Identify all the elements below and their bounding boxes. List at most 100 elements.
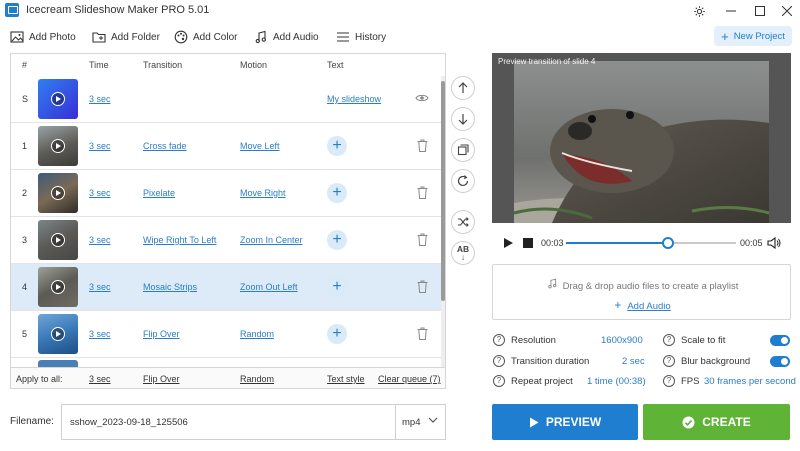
play-icon[interactable]: [51, 92, 65, 106]
chevron-down-icon[interactable]: [428, 415, 438, 428]
add-audio-link[interactable]: + Add Audio: [493, 298, 792, 312]
stop-icon[interactable]: [523, 238, 533, 248]
add-photo-button[interactable]: Add Photo: [10, 28, 76, 46]
play-icon[interactable]: [51, 327, 65, 341]
queue-row-3[interactable]: 3 3 sec Wipe Right To Left Zoom In Cente…: [11, 217, 441, 264]
slide-thumbnail[interactable]: [38, 314, 78, 354]
row-text-link[interactable]: My slideshow: [327, 94, 381, 104]
add-folder-button[interactable]: Add Folder: [92, 28, 160, 46]
fps-value[interactable]: 30 frames per second: [704, 376, 796, 387]
add-text-button[interactable]: +: [327, 277, 347, 297]
queue-row-1[interactable]: 1 3 sec Cross fade Move Left +: [11, 123, 441, 170]
help-icon[interactable]: ?: [493, 375, 505, 387]
slide-thumbnail[interactable]: [38, 173, 78, 213]
move-up-button[interactable]: [451, 76, 475, 100]
queue-row-title[interactable]: S 3 sec My slideshow: [11, 76, 441, 123]
rotate-button[interactable]: [451, 169, 475, 193]
audio-drop-zone[interactable]: Drag & drop audio files to create a play…: [492, 264, 791, 320]
row-transition-link[interactable]: Mosaic Strips: [143, 282, 197, 292]
add-text-button[interactable]: +: [327, 324, 347, 344]
text-ab-button[interactable]: AB ↓: [451, 241, 475, 265]
minimize-icon[interactable]: [716, 0, 746, 22]
slide-thumbnail[interactable]: [38, 267, 78, 307]
help-icon[interactable]: ?: [493, 355, 505, 367]
add-text-button[interactable]: +: [327, 230, 347, 250]
add-color-button[interactable]: Add Color: [174, 28, 237, 46]
volume-icon[interactable]: [767, 237, 781, 249]
crop-button[interactable]: [451, 138, 475, 162]
trash-icon[interactable]: [417, 186, 428, 199]
help-icon[interactable]: ?: [663, 334, 675, 346]
row-transition-link[interactable]: Flip Over: [143, 329, 180, 339]
slide-thumbnail[interactable]: [38, 79, 78, 119]
text-style-link[interactable]: Text style: [327, 374, 365, 384]
apply-transition-link[interactable]: Flip Over: [143, 374, 180, 384]
queue-row-2[interactable]: 2 3 sec Pixelate Move Right +: [11, 170, 441, 217]
plus-icon: +: [614, 298, 622, 312]
row-motion-link[interactable]: Zoom Out Left: [240, 282, 298, 292]
apply-motion-link[interactable]: Random: [240, 374, 274, 384]
resolution-value[interactable]: 1600x900: [601, 335, 643, 346]
add-color-label: Add Color: [193, 31, 238, 43]
create-button[interactable]: CREATE: [643, 404, 790, 440]
row-motion-link[interactable]: Random: [240, 329, 274, 339]
row-time-link[interactable]: 3 sec: [89, 235, 111, 245]
seek-bar[interactable]: [566, 237, 736, 249]
row-time-link[interactable]: 3 sec: [89, 188, 111, 198]
apply-time-link[interactable]: 3 sec: [89, 374, 111, 384]
settings-gear-icon[interactable]: [684, 0, 714, 22]
rotate-icon: [457, 175, 469, 187]
slide-thumbnail[interactable]: [38, 220, 78, 260]
queue-scrollbar[interactable]: [441, 76, 445, 376]
eye-icon[interactable]: [415, 93, 429, 103]
row-motion-link[interactable]: Zoom In Center: [240, 235, 303, 245]
close-icon[interactable]: [772, 0, 800, 22]
row-time-link[interactable]: 3 sec: [89, 94, 111, 104]
row-motion-link[interactable]: Move Left: [240, 141, 280, 151]
trash-icon[interactable]: [417, 327, 428, 340]
queue-row-4[interactable]: 4 3 sec Mosaic Strips Zoom Out Left +: [11, 264, 441, 311]
play-icon[interactable]: [51, 280, 65, 294]
row-transition-link[interactable]: Wipe Right To Left: [143, 235, 216, 245]
transition-duration-value[interactable]: 2 sec: [622, 356, 645, 367]
new-project-button[interactable]: + New Project: [714, 26, 792, 46]
add-text-button[interactable]: +: [327, 183, 347, 203]
play-icon[interactable]: [502, 237, 514, 249]
help-icon[interactable]: ?: [663, 355, 675, 367]
row-time-link[interactable]: 3 sec: [89, 329, 111, 339]
format-select[interactable]: mp4: [402, 417, 420, 428]
play-icon[interactable]: [51, 233, 65, 247]
blur-background-toggle[interactable]: [770, 356, 790, 367]
crop-icon: [457, 144, 469, 156]
row-time-link[interactable]: 3 sec: [89, 282, 111, 292]
add-audio-button[interactable]: Add Audio: [254, 28, 319, 46]
history-button[interactable]: History: [336, 28, 386, 46]
add-text-button[interactable]: +: [327, 136, 347, 156]
repeat-project-value[interactable]: 1 time (00:38): [587, 376, 646, 387]
preview-button[interactable]: PREVIEW: [492, 404, 638, 440]
filename-input[interactable]: [70, 417, 390, 428]
play-icon[interactable]: [51, 186, 65, 200]
help-icon[interactable]: ?: [663, 375, 675, 387]
trash-icon[interactable]: [417, 233, 428, 246]
maximize-icon[interactable]: [745, 0, 775, 22]
move-down-button[interactable]: [451, 107, 475, 131]
slide-thumbnail[interactable]: [38, 126, 78, 166]
row-transition-link[interactable]: Cross fade: [143, 141, 187, 151]
seek-progress: [566, 242, 668, 244]
help-icon[interactable]: ?: [493, 334, 505, 346]
scroll-thumb[interactable]: [441, 81, 445, 301]
queue-row-5[interactable]: 5 3 sec Flip Over Random +: [11, 311, 441, 358]
clear-queue-link[interactable]: Clear queue (7): [378, 374, 441, 384]
play-icon[interactable]: [51, 139, 65, 153]
trash-icon[interactable]: [417, 280, 428, 293]
shuffle-button[interactable]: [451, 210, 475, 234]
row-motion-link[interactable]: Move Right: [240, 188, 286, 198]
preview-player[interactable]: Preview transition of slide 4: [492, 53, 791, 223]
audio-drop-text: Drag & drop audio files to create a play…: [493, 278, 792, 292]
seek-handle[interactable]: [662, 237, 674, 249]
trash-icon[interactable]: [417, 139, 428, 152]
row-time-link[interactable]: 3 sec: [89, 141, 111, 151]
scale-to-fit-toggle[interactable]: [770, 335, 790, 346]
row-transition-link[interactable]: Pixelate: [143, 188, 175, 198]
